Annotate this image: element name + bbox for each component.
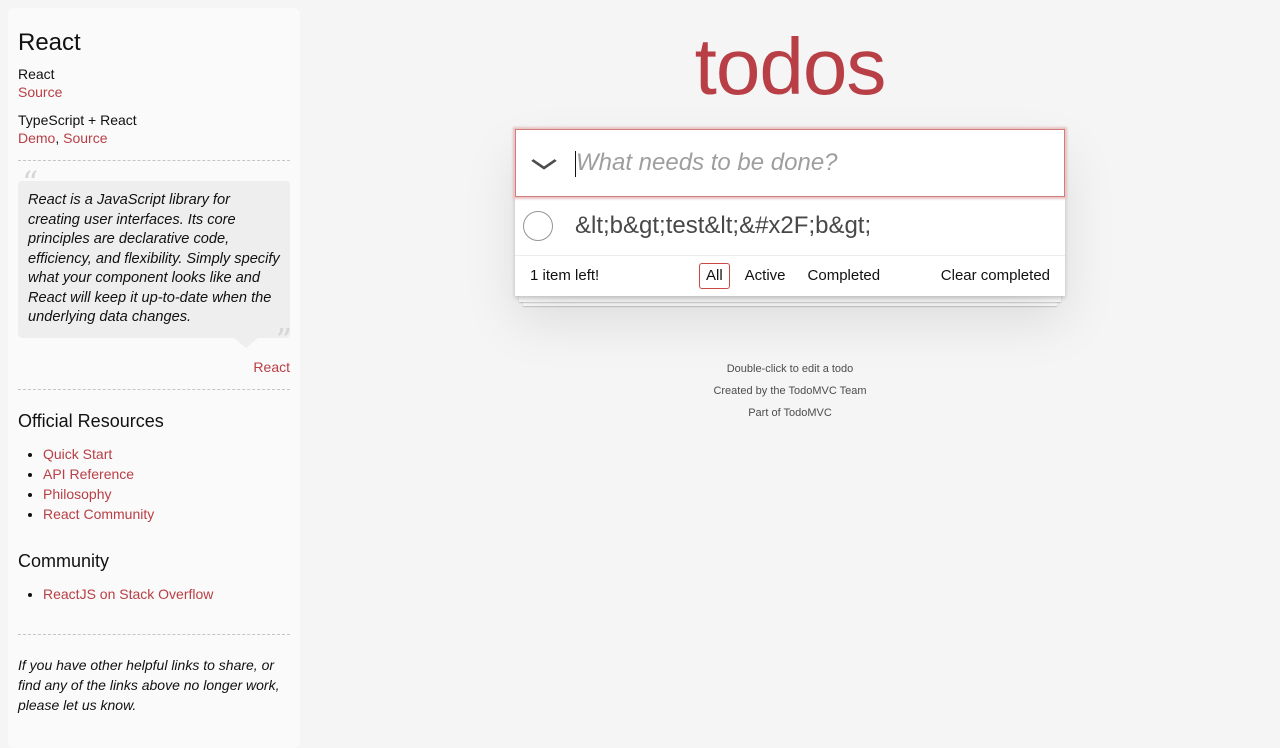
community-list: ReactJS on Stack Overflow	[18, 584, 290, 604]
react-source-link[interactable]: Source	[18, 84, 62, 100]
sidebar-title: React	[18, 29, 81, 56]
todo-app: &lt;b&gt;test&lt;&#x2F;b&gt; 1 item left…	[515, 129, 1065, 296]
chevron-down-icon[interactable]	[518, 146, 570, 182]
divider	[18, 160, 290, 161]
implementation-typescript-react: TypeScript + React Demo, Source	[18, 111, 290, 147]
list-item: ReactJS on Stack Overflow	[43, 584, 290, 604]
close-quote-icon: ”	[275, 320, 292, 359]
filter-completed[interactable]: Completed	[801, 263, 888, 289]
text-caret	[575, 151, 576, 177]
community-title: Community	[18, 550, 110, 571]
todo-toggle-checkbox[interactable]	[523, 211, 553, 241]
divider	[18, 633, 290, 635]
new-todo-row	[515, 129, 1065, 197]
todo-count: 1 item left!	[530, 267, 600, 284]
implementation-name: TypeScript + React	[18, 112, 137, 128]
typescript-react-source-link[interactable]: Source	[63, 130, 107, 146]
quote-block: “ React is a JavaScript library for crea…	[18, 167, 292, 376]
stack-overflow-link[interactable]: ReactJS on Stack Overflow	[43, 586, 213, 602]
filter-all[interactable]: All	[699, 263, 730, 289]
implementation-react: React Source	[18, 65, 290, 101]
api-reference-link[interactable]: API Reference	[43, 466, 134, 482]
list-item: API Reference	[43, 464, 290, 484]
official-resources-list: Quick Start API Reference Philosophy Rea…	[18, 444, 290, 524]
list-item: Quick Start	[43, 444, 290, 464]
implementation-name: React	[18, 66, 55, 82]
official-resources-title: Official Resources	[18, 410, 164, 431]
quote-source-link[interactable]: React	[253, 359, 290, 375]
filter-active[interactable]: Active	[738, 263, 793, 289]
sidebar-footer-note: If you have other helpful links to share…	[18, 656, 280, 713]
quote-text: React is a JavaScript library for creati…	[28, 192, 280, 325]
info-part-of: Part of TodoMVC	[748, 407, 832, 419]
info-edit-hint: Double-click to edit a todo	[726, 363, 854, 375]
info-footer: Double-click to edit a todo Created by t…	[515, 358, 1065, 424]
todo-footer: 1 item left! All Active Completed Clear …	[515, 256, 1065, 296]
app-title: todos	[694, 22, 887, 111]
link-separator: ,	[55, 130, 64, 146]
quote: “ React is a JavaScript library for crea…	[18, 167, 292, 356]
todo-item[interactable]: &lt;b&gt;test&lt;&#x2F;b&gt;	[515, 197, 1065, 256]
new-todo-input[interactable]	[576, 130, 1064, 196]
list-item: React Community	[43, 504, 290, 524]
divider	[18, 388, 290, 390]
learn-sidebar: React React Source TypeScript + React De…	[8, 8, 300, 748]
open-quote-icon: “	[22, 164, 39, 202]
todo-list: &lt;b&gt;test&lt;&#x2F;b&gt;	[515, 197, 1065, 256]
info-credits: Created by the TodoMVC Team	[713, 385, 867, 397]
clear-completed-button[interactable]: Clear completed	[941, 267, 1050, 284]
react-community-link[interactable]: React Community	[43, 506, 154, 522]
philosophy-link[interactable]: Philosophy	[43, 486, 112, 502]
typescript-react-demo-link[interactable]: Demo	[18, 130, 55, 146]
list-item: Philosophy	[43, 484, 290, 504]
todo-label[interactable]: &lt;b&gt;test&lt;&#x2F;b&gt;	[575, 211, 871, 241]
quick-start-link[interactable]: Quick Start	[43, 446, 112, 462]
filters: All Active Completed	[695, 263, 891, 289]
